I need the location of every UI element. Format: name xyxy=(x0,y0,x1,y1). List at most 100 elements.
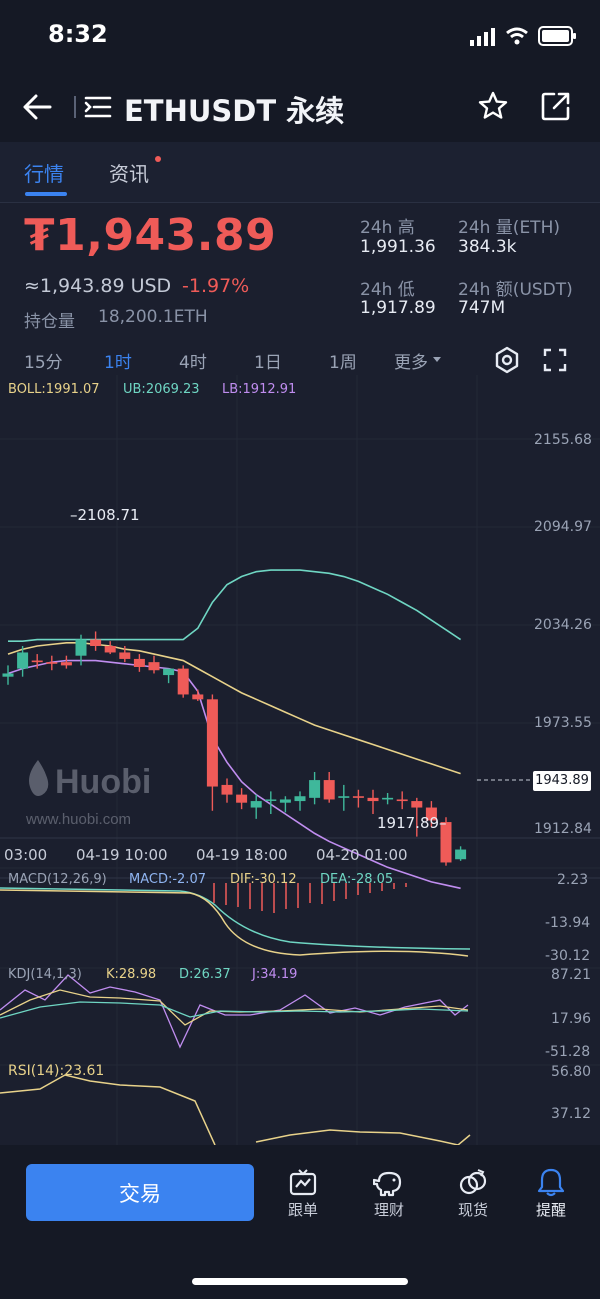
news-unread-dot xyxy=(155,156,161,162)
nav-finance-label: 理财 xyxy=(373,1201,404,1219)
candle-body xyxy=(367,797,379,802)
candle-body xyxy=(338,796,350,798)
candle-body xyxy=(17,652,29,669)
candle-body xyxy=(148,662,160,671)
candle-body xyxy=(104,646,116,653)
candle-body xyxy=(279,799,291,803)
tab-market[interactable]: 行情 xyxy=(24,158,64,187)
interval-1d[interactable]: 1日 xyxy=(254,348,282,373)
nav-divider xyxy=(74,96,76,118)
copy-trade-icon xyxy=(289,1169,317,1196)
candle-body xyxy=(382,797,394,800)
candle-body xyxy=(75,639,87,656)
candle-body xyxy=(192,694,204,700)
low-annotation: 1917.89– xyxy=(377,814,447,832)
candle-body xyxy=(2,673,14,677)
high-annotation-value: 2108.71 xyxy=(77,506,140,524)
macd-value: MACD:-2.07 xyxy=(129,872,206,887)
candle-body xyxy=(206,699,218,787)
home-indicator xyxy=(192,1278,408,1285)
trade-button[interactable]: 交易 xyxy=(26,1164,254,1221)
candle-body xyxy=(455,849,467,860)
watermark-url: www.huobi.com xyxy=(25,811,131,828)
macd-axis-tick: -30.12 xyxy=(545,948,591,964)
volume-24h-value: 384.3k xyxy=(458,237,517,257)
volume-24h-label: 24h 量(ETH) xyxy=(458,218,560,238)
status-bar: 8:32 xyxy=(0,0,600,70)
kdj-axis-tick: 17.96 xyxy=(551,1011,592,1027)
candle-body xyxy=(352,796,364,798)
tab-market-underline xyxy=(25,192,67,196)
dea-value: DEA:-28.05 xyxy=(320,872,394,887)
page-title: ETHUSDT 永续 xyxy=(124,94,345,128)
kdj-axis-tick: 87.21 xyxy=(551,967,592,983)
candle-body xyxy=(396,799,408,802)
bell-icon xyxy=(537,1168,565,1197)
watermark-brand: Huobi xyxy=(55,763,151,801)
tab-news[interactable]: 资讯 xyxy=(109,158,149,187)
nav-spot-label: 现货 xyxy=(457,1201,488,1219)
candle-body xyxy=(221,784,233,795)
price-axis-tick: 2155.68 xyxy=(534,432,592,448)
interval-more[interactable]: 更多 xyxy=(394,348,428,373)
chart-settings-icon[interactable] xyxy=(494,346,520,374)
kdj-title: KDJ(14,1,3) xyxy=(8,967,82,982)
wifi-icon xyxy=(506,27,528,45)
candle-body xyxy=(31,660,43,663)
interval-4h[interactable]: 4时 xyxy=(179,348,207,373)
boll-ub-value: UB:2069.23 xyxy=(123,382,200,397)
back-arrow-icon[interactable] xyxy=(22,94,52,120)
kline-chart[interactable]: Huobi www.huobi.com xyxy=(0,375,600,1145)
candle-body xyxy=(119,652,131,659)
kdj-axis-tick: -51.28 xyxy=(545,1044,591,1060)
rsi-axis-tick: 37.12 xyxy=(551,1106,592,1122)
price-axis-tick: 2034.26 xyxy=(534,617,592,633)
usd-approx-price: ≈1,943.89 USD xyxy=(24,275,172,297)
boll-lb-value: LB:1912.91 xyxy=(222,382,297,397)
open-interest-value: 18,200.1ETH xyxy=(98,307,208,327)
time-axis-tick: 03:00 xyxy=(4,846,48,864)
current-price-tag: 1943.89 xyxy=(533,771,591,791)
low-24h-label: 24h 低 xyxy=(360,280,415,300)
price-axis-tick: 1912.84 xyxy=(534,821,592,837)
price-axis-tick: 2094.97 xyxy=(534,519,592,535)
kdj-k-value: K:28.98 xyxy=(106,967,157,982)
fullscreen-icon[interactable] xyxy=(543,348,567,372)
candle-body xyxy=(250,801,262,808)
time-axis-tick: 04-19 18:00 xyxy=(196,846,288,864)
dif-value: DIF:-30.12 xyxy=(230,872,297,887)
candle-body xyxy=(90,639,102,646)
interval-1w[interactable]: 1周 xyxy=(329,348,357,373)
boll-value: BOLL:1991.07 xyxy=(8,382,100,397)
time-axis-tick: 04-19 10:00 xyxy=(76,846,168,864)
candle-body xyxy=(163,668,175,676)
interval-15m[interactable]: 15分 xyxy=(24,348,63,373)
more-dropdown-icon xyxy=(433,357,441,362)
contract-menu-icon[interactable] xyxy=(84,96,112,118)
interval-1h[interactable]: 1时 xyxy=(104,348,132,373)
share-icon[interactable] xyxy=(541,91,571,121)
amount-24h-value: 747M xyxy=(458,298,506,318)
nav-copy-trade-label: 跟单 xyxy=(287,1201,318,1219)
nav-alerts-label: 提醒 xyxy=(535,1201,566,1219)
candle-body xyxy=(411,801,423,808)
spot-icon xyxy=(459,1169,487,1195)
low-24h-value: 1,917.89 xyxy=(360,298,436,318)
candle-body xyxy=(46,662,58,664)
amount-24h-label: 24h 额(USDT) xyxy=(458,280,573,300)
high-24h-label: 24h 高 xyxy=(360,218,415,238)
high-annotation: –2108.71 xyxy=(70,506,140,524)
favorite-star-icon[interactable] xyxy=(477,90,509,122)
candle-body xyxy=(133,658,145,667)
rsi-axis-tick: 56.80 xyxy=(551,1064,592,1080)
kdj-d-value: D:26.37 xyxy=(179,967,231,982)
low-annotation-value: 1917.89 xyxy=(377,814,440,832)
status-time: 8:32 xyxy=(48,20,108,48)
macd-axis-tick: -13.94 xyxy=(545,915,591,931)
tab-bar xyxy=(0,142,600,203)
high-24h-value: 1,991.36 xyxy=(360,237,436,257)
open-interest-label: 持仓量 xyxy=(24,312,75,332)
piggy-bank-icon xyxy=(373,1171,402,1197)
candle-body xyxy=(294,796,306,802)
candle-body xyxy=(323,780,335,800)
